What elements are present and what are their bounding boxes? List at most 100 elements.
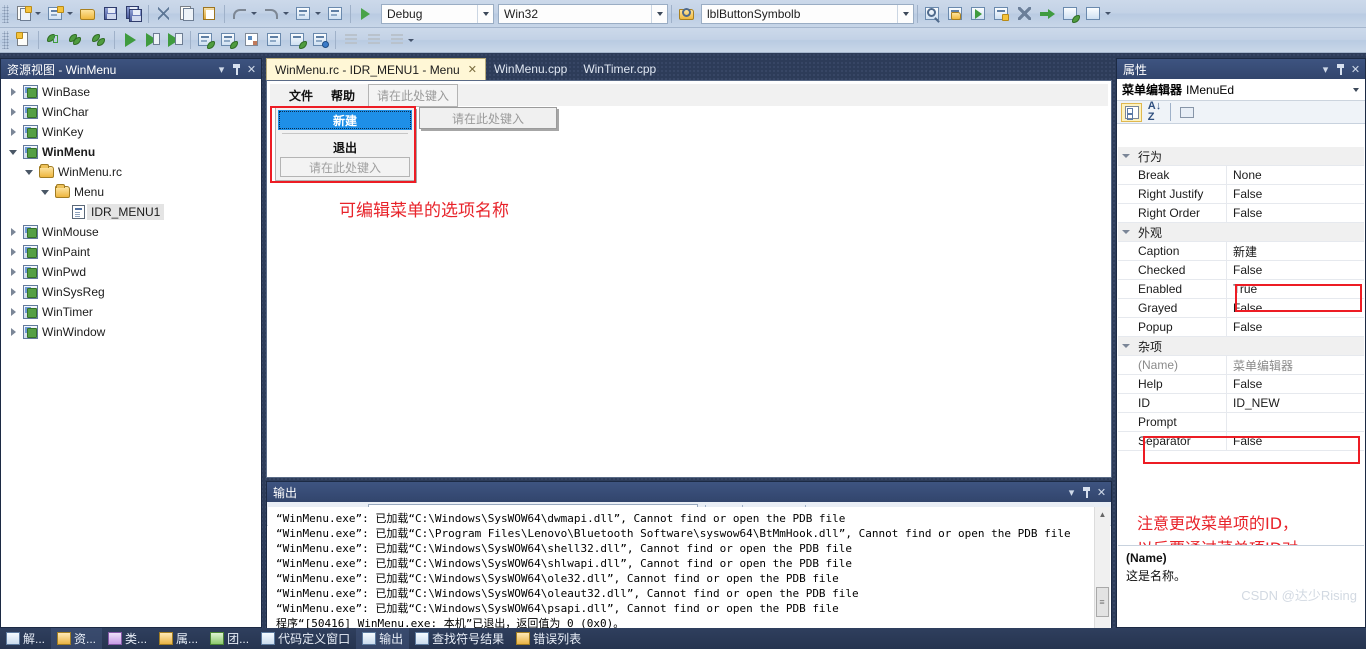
tree-item[interactable]: WinPwd bbox=[1, 262, 261, 282]
tools-options-icon[interactable] bbox=[1013, 3, 1036, 25]
property-row[interactable]: Right Justify False bbox=[1118, 185, 1364, 204]
property-value[interactable]: False bbox=[1226, 375, 1364, 393]
new-form-icon[interactable] bbox=[12, 29, 35, 51]
chevron-right-icon[interactable] bbox=[5, 128, 21, 136]
paste-icon[interactable] bbox=[198, 3, 221, 25]
close-icon[interactable]: ✕ bbox=[1094, 484, 1109, 500]
property-pages-icon[interactable] bbox=[1176, 103, 1197, 122]
property-value[interactable]: False bbox=[1226, 318, 1364, 336]
properties-panel-icon[interactable] bbox=[263, 29, 286, 51]
solution-explorer-icon[interactable] bbox=[194, 29, 217, 51]
property-value[interactable]: True bbox=[1226, 280, 1364, 298]
save-icon[interactable] bbox=[99, 3, 122, 25]
property-value[interactable]: False bbox=[1226, 185, 1364, 203]
property-row[interactable]: Prompt bbox=[1118, 413, 1364, 432]
tree-item[interactable]: WinKey bbox=[1, 122, 261, 142]
solution-platform-combo[interactable]: Win32 bbox=[498, 3, 668, 24]
designer-menuitem-exit[interactable]: 退出 bbox=[276, 137, 414, 157]
save-all-icon[interactable] bbox=[122, 3, 145, 25]
scrollbar-thumb[interactable]: ≡ bbox=[1096, 587, 1109, 617]
toolbar-grip[interactable] bbox=[2, 31, 9, 49]
navigate-to-icon[interactable] bbox=[1036, 3, 1059, 25]
bottom-tab[interactable]: 输出 bbox=[356, 628, 410, 649]
designer-menu-file[interactable]: 文件 bbox=[280, 85, 322, 106]
chevron-down-icon[interactable]: ▾ bbox=[1318, 61, 1333, 77]
property-value[interactable]: ID_NEW bbox=[1226, 394, 1364, 412]
navigate-back-icon[interactable] bbox=[292, 3, 315, 25]
property-row[interactable]: (Name) 菜单编辑器 bbox=[1118, 356, 1364, 375]
chevron-down-icon[interactable] bbox=[1118, 154, 1134, 158]
tree-item[interactable]: WinBase bbox=[1, 82, 261, 102]
open-file-icon[interactable] bbox=[76, 3, 99, 25]
properties-object-combo[interactable]: 菜单编辑器 IMenuEd bbox=[1117, 79, 1365, 101]
chevron-down-icon[interactable] bbox=[897, 4, 913, 23]
properties-grid[interactable]: 行为 Break None Right Justify False Right Order… bbox=[1118, 147, 1364, 545]
bottom-tab[interactable]: 类... bbox=[102, 628, 153, 649]
outdent-icon[interactable] bbox=[362, 29, 385, 51]
designer-menuitem-new[interactable]: 新建 bbox=[278, 110, 412, 130]
chevron-right-icon[interactable] bbox=[5, 268, 21, 276]
redo-icon[interactable] bbox=[260, 3, 283, 25]
chevron-right-icon[interactable] bbox=[5, 308, 21, 316]
tree-item[interactable]: Menu bbox=[1, 182, 261, 202]
tree-item[interactable]: WinMouse bbox=[1, 222, 261, 242]
property-value[interactable] bbox=[1226, 413, 1364, 431]
properties-window-icon[interactable] bbox=[944, 3, 967, 25]
designer-submenu-placeholder[interactable]: 请在此处键入 bbox=[419, 107, 557, 129]
object-browser-panel-icon[interactable] bbox=[309, 29, 332, 51]
chevron-right-icon[interactable] bbox=[5, 248, 21, 256]
chevron-right-icon[interactable] bbox=[5, 288, 21, 296]
designer-dropdown-placeholder[interactable]: 请在此处键入 bbox=[280, 157, 410, 177]
designer-menubar[interactable]: 文件 帮助 请在此处键入 bbox=[270, 83, 1108, 107]
close-icon[interactable]: ✕ bbox=[468, 63, 477, 76]
property-category-row[interactable]: 杂项 bbox=[1118, 337, 1364, 356]
toolbox-icon[interactable] bbox=[286, 29, 309, 51]
redo-dropdown-icon[interactable] bbox=[283, 12, 289, 15]
solution-configuration-combo[interactable]: Debug bbox=[381, 3, 494, 24]
close-icon[interactable]: ✕ bbox=[244, 61, 259, 77]
chevron-right-icon[interactable] bbox=[5, 328, 21, 336]
alphabetical-sort-icon[interactable]: A↓ Z bbox=[1144, 101, 1165, 123]
tree-item[interactable]: IDR_MENU1 bbox=[1, 202, 261, 222]
tree-item[interactable]: WinPaint bbox=[1, 242, 261, 262]
find-in-files-icon[interactable] bbox=[921, 3, 944, 25]
bottom-tab[interactable]: 查找符号结果 bbox=[409, 628, 510, 649]
bottom-tab[interactable]: 资... bbox=[51, 628, 103, 649]
property-row[interactable]: Separator False bbox=[1118, 432, 1364, 451]
chevron-down-icon[interactable]: ▾ bbox=[1064, 484, 1079, 500]
bottom-tab[interactable]: 团... bbox=[204, 628, 255, 649]
scroll-up-icon[interactable]: ▲ bbox=[1095, 507, 1110, 522]
property-value[interactable]: False bbox=[1226, 299, 1364, 317]
chevron-down-icon[interactable]: ▾ bbox=[214, 61, 229, 77]
chevron-down-icon[interactable] bbox=[651, 4, 667, 23]
property-row[interactable]: Help False bbox=[1118, 375, 1364, 394]
chevron-right-icon[interactable] bbox=[5, 108, 21, 116]
chevron-down-icon[interactable] bbox=[477, 4, 493, 23]
start-debug-icon[interactable] bbox=[118, 29, 141, 51]
toolbar-grip[interactable] bbox=[2, 4, 9, 23]
chevron-right-icon[interactable] bbox=[5, 88, 21, 96]
chevron-down-icon[interactable] bbox=[21, 169, 37, 175]
symbol-search-combo[interactable]: lblButtonSymbolb bbox=[701, 3, 914, 24]
step-out-icon[interactable] bbox=[88, 29, 111, 51]
chevron-right-icon[interactable] bbox=[5, 228, 21, 236]
step-over-icon[interactable] bbox=[65, 29, 88, 51]
pin-icon[interactable] bbox=[229, 61, 244, 77]
undo-icon[interactable] bbox=[228, 3, 251, 25]
navigate-back-dropdown-icon[interactable] bbox=[315, 12, 321, 15]
new-project-icon[interactable] bbox=[12, 3, 35, 25]
cut-icon[interactable] bbox=[152, 3, 175, 25]
designer-dropdown-file[interactable]: 新建 退出 请在此处键入 bbox=[275, 107, 415, 181]
new-window-icon[interactable] bbox=[1059, 3, 1082, 25]
comment-icon[interactable] bbox=[385, 29, 408, 51]
find-symbol-icon[interactable] bbox=[675, 3, 698, 25]
tree-item[interactable]: WinWindow bbox=[1, 322, 261, 342]
property-value[interactable]: False bbox=[1226, 204, 1364, 222]
chevron-down-icon[interactable] bbox=[1349, 79, 1363, 100]
restart-debug-icon[interactable] bbox=[141, 29, 164, 51]
bottom-tab[interactable]: 代码定义窗口 bbox=[255, 628, 356, 649]
class-view-panel-icon[interactable] bbox=[217, 29, 240, 51]
attach-process-icon[interactable] bbox=[164, 29, 187, 51]
undo-dropdown-icon[interactable] bbox=[251, 12, 257, 15]
chevron-down-icon[interactable] bbox=[37, 189, 53, 195]
